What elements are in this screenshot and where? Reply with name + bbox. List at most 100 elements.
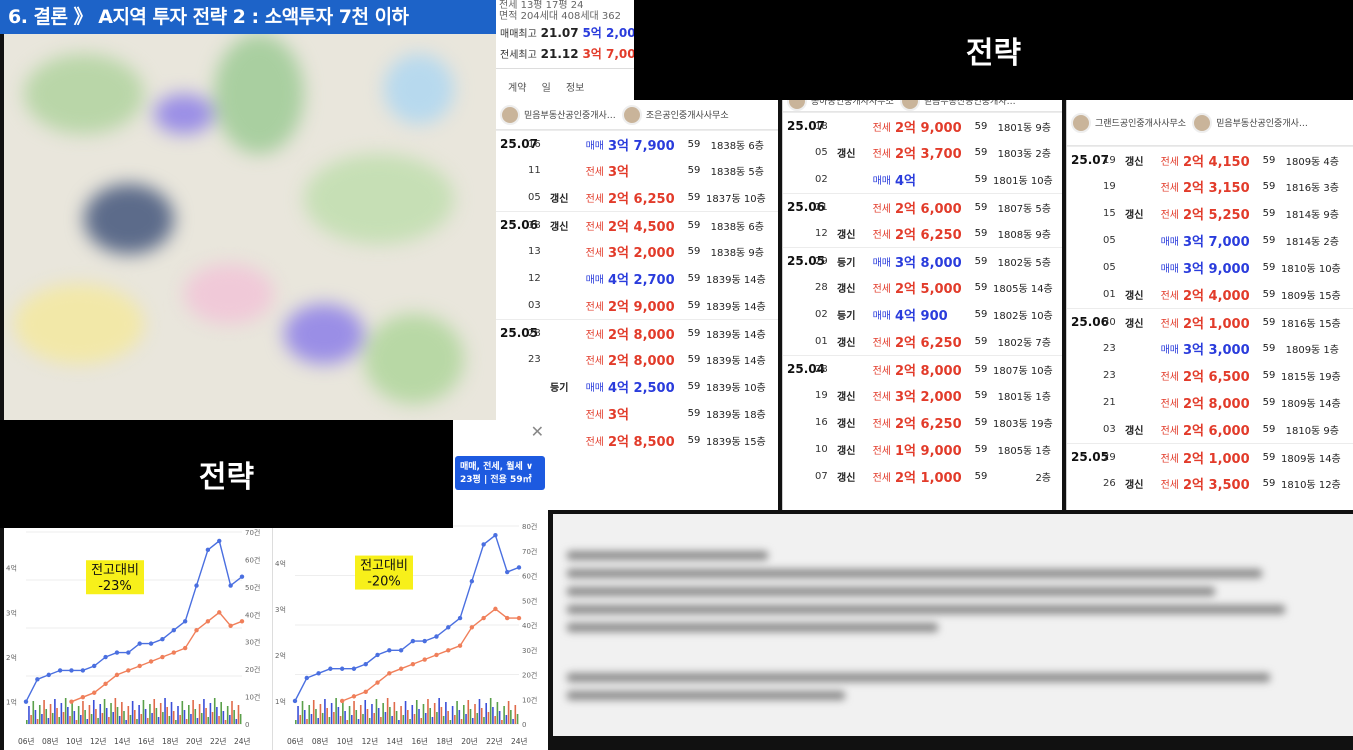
chart-svg: 4억 3억 2억 1억 70건 60건 50건 40건 30건 20건 10건 0 06년 08년 10년 1… <box>6 528 260 746</box>
agent-item[interactable]: 그랜드공인중개사사무소 <box>1071 112 1186 133</box>
volume-bar <box>402 715 405 724</box>
transaction-row[interactable]: 25.07 19 갱신 전세 2억 4,150 59 1809동 4층 <box>1067 146 1353 173</box>
transaction-row[interactable]: 등기 매매 4억 2,500 59 1839동 10층 <box>496 373 778 400</box>
volume-bar <box>454 715 456 724</box>
row-day: 16 <box>528 138 541 150</box>
volume-bar <box>507 701 510 724</box>
transaction-row[interactable]: 05 갱신 전세 2억 6,250 59 1837동 10층 <box>496 184 778 211</box>
transaction-row[interactable]: 19 갱신 전세 3억 2,000 59 1801동 1층 <box>783 382 1062 409</box>
row-unit: 1809동 14층 <box>1281 399 1341 410</box>
row-area: 59 <box>687 354 701 365</box>
transaction-row[interactable]: 21 전세 2억 8,000 59 1809동 14층 <box>1067 389 1353 416</box>
filter-types: 매매, 전세, 월세 ∨ <box>460 462 534 472</box>
data-point <box>148 659 154 664</box>
row-price: 2억 6,500 <box>1183 370 1250 385</box>
map-view[interactable] <box>4 34 496 420</box>
row-price: 2억 3,150 <box>1183 181 1250 196</box>
transaction-row[interactable]: 23 전세 2억 6,500 59 1815동 19층 <box>1067 362 1353 389</box>
transaction-row[interactable]: 25.07 16 매매 3억 7,900 59 1838동 6층 <box>496 130 778 157</box>
close-icon[interactable]: ✕ <box>531 422 544 441</box>
volume-bar <box>512 719 514 724</box>
transaction-row[interactable]: 10 갱신 전세 1억 9,000 59 1805동 1층 <box>783 436 1062 463</box>
volume-bar <box>456 701 458 724</box>
transaction-row[interactable]: 11 전세 3억 59 1838동 5층 <box>496 157 778 184</box>
row-area: 59 <box>687 246 701 257</box>
volume-bar <box>422 704 425 724</box>
volume-bar <box>103 699 106 724</box>
transaction-row[interactable]: 25.04 28 전세 2억 8,000 59 1807동 10층 <box>783 355 1062 382</box>
volume-bar <box>164 698 166 724</box>
volume-bar <box>216 707 218 724</box>
transaction-row[interactable]: 05 매매 3억 9,000 59 1810동 10층 <box>1067 254 1353 281</box>
transaction-row[interactable]: 01 갱신 전세 2억 6,250 59 1802동 7층 <box>783 328 1062 355</box>
transaction-row[interactable]: 05 매매 3억 7,000 59 1814동 2층 <box>1067 227 1353 254</box>
transaction-row[interactable]: 19 전세 2억 3,150 59 1816동 3층 <box>1067 173 1353 200</box>
row-price: 2억 3,500 <box>1183 478 1250 493</box>
transaction-row[interactable]: 05 갱신 전세 2억 3,700 59 1803동 2층 <box>783 139 1062 166</box>
transaction-row[interactable]: 25.05 28 전세 2억 8,000 59 1839동 14층 <box>496 319 778 346</box>
transaction-row[interactable]: 25.05 29 전세 2억 1,000 59 1809동 14층 <box>1067 443 1353 470</box>
volume-bar <box>395 711 398 724</box>
transaction-row[interactable]: 26 갱신 전세 2억 3,500 59 1810동 12층 <box>1067 470 1353 497</box>
volume-bar <box>471 718 474 724</box>
agent-item[interactable]: 믿음부동산공인중개사… <box>500 104 616 125</box>
volume-bar <box>60 703 63 724</box>
volume-bar <box>121 702 123 724</box>
tab-day[interactable]: 일 <box>542 83 551 94</box>
transaction-row[interactable]: 02 매매 4억 59 1801동 10층 <box>783 166 1062 193</box>
transaction-row[interactable]: 03 전세 2억 9,000 59 1839동 14층 <box>496 292 778 319</box>
row-tag: 등기 <box>837 257 856 269</box>
avatar <box>500 104 520 125</box>
y-tick-label: 2억 <box>6 654 17 662</box>
transaction-row[interactable]: 16 갱신 전세 2억 6,250 59 1803동 19층 <box>783 409 1062 436</box>
volume-bar <box>492 707 494 724</box>
transaction-row[interactable]: 25.07 18 전세 2억 9,000 59 1801동 9층 <box>783 112 1062 139</box>
volume-bar <box>353 701 355 724</box>
transaction-row[interactable]: 07 갱신 전세 2억 1,000 59 2층 <box>783 463 1062 490</box>
transaction-row[interactable]: 01 갱신 전세 2억 4,000 59 1809동 15층 <box>1067 281 1353 308</box>
volume-bar <box>231 701 233 724</box>
transaction-row[interactable]: 13 전세 3억 2,000 59 1838동 9층 <box>496 238 778 265</box>
volume-bar <box>429 708 431 724</box>
data-point <box>387 671 392 676</box>
transaction-row[interactable]: 23 전세 2억 8,000 59 1839동 14층 <box>496 346 778 373</box>
x-tick-label: 18년 <box>162 736 179 746</box>
row-unit: 1809동 14층 <box>1281 453 1341 465</box>
volume-bar <box>299 715 302 724</box>
row-tag: 등기 <box>550 383 569 394</box>
row-price: 2억 8,500 <box>608 435 675 450</box>
transaction-row[interactable]: 15 갱신 전세 2억 5,250 59 1814동 9층 <box>1067 200 1353 227</box>
volume-bar <box>480 708 483 724</box>
row-day: 26 <box>1103 478 1116 489</box>
transaction-row[interactable]: 03 갱신 전세 2억 6,000 59 1810동 9층 <box>1067 416 1353 443</box>
y-tick-label: 1억 <box>275 698 286 706</box>
row-type: 매매 <box>1160 345 1179 356</box>
transaction-row[interactable]: 25.05 29 등기 매매 3억 8,000 59 1802동 5층 <box>783 247 1062 274</box>
transaction-row[interactable]: 02 등기 매매 4억 900 59 1802동 10층 <box>783 301 1062 328</box>
tab-info[interactable]: 정보 <box>566 83 584 94</box>
volume-bar <box>496 702 499 724</box>
row-price: 4억 <box>895 174 917 189</box>
row-type: 전세 <box>872 392 891 403</box>
transaction-row[interactable]: 25.06 21 전세 2억 6,000 59 1807동 5층 <box>783 193 1062 220</box>
transaction-row[interactable]: 23 매매 3억 3,000 59 1809동 1층 <box>1067 335 1353 362</box>
volume-bar <box>411 705 414 724</box>
agent-item[interactable]: 조은공인중개사사무소 <box>621 104 729 125</box>
transaction-row[interactable]: 28 갱신 전세 2억 5,000 59 1805동 14층 <box>783 274 1062 301</box>
row-unit: 1839동 14층 <box>706 356 766 367</box>
transaction-row[interactable]: 12 갱신 전세 2억 6,250 59 1808동 9층 <box>783 220 1062 247</box>
row-tag: 갱신 <box>837 392 856 403</box>
agent-item[interactable]: 믿음부동산공인중개사… <box>1192 112 1308 133</box>
transaction-row[interactable]: 25.06 18 갱신 전세 2억 4,500 59 1838동 6층 <box>496 211 778 238</box>
volume-bar <box>88 705 91 724</box>
transaction-row[interactable]: 12 매매 4억 2,700 59 1839동 14층 <box>496 265 778 292</box>
row-unit: 1810동 10층 <box>1281 264 1341 275</box>
chart-filter-button[interactable]: 매매, 전세, 월세 ∨ 23평 | 전용 59㎡ <box>455 456 545 490</box>
row-month: 25.07 <box>1071 153 1109 167</box>
row-day: 12 <box>815 228 828 239</box>
transaction-row[interactable]: 25.06 30 갱신 전세 2억 1,000 59 1816동 15층 <box>1067 308 1353 335</box>
data-point <box>446 648 451 653</box>
volume-bar <box>483 717 485 724</box>
row-day: 05 <box>815 147 828 158</box>
tab-contract[interactable]: 계약 <box>508 83 526 94</box>
